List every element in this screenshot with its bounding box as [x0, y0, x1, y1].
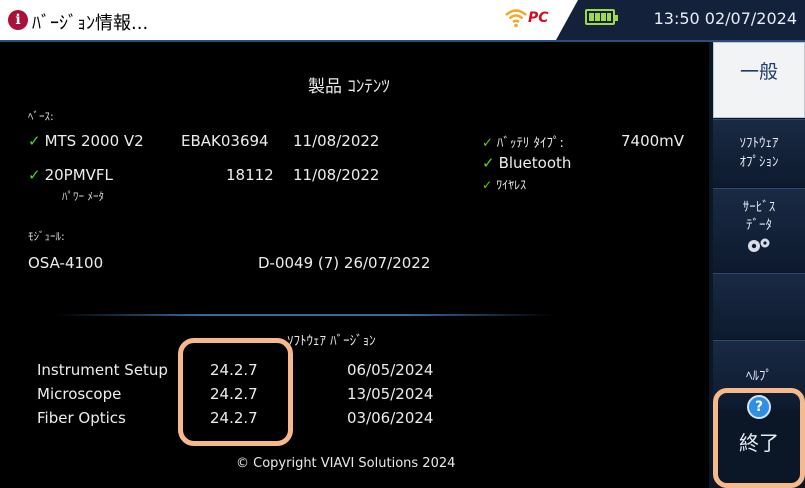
battery-type-label: ﾊﾞｯﾃﾘ ﾀｲﾌﾟ: [496, 136, 564, 151]
section-divider [55, 314, 555, 316]
check-icon: ✓ [28, 166, 41, 184]
info-icon: i [8, 10, 28, 30]
empty-softkey[interactable] [713, 273, 805, 339]
pm-row: ✓ 20PMVFL [28, 166, 113, 184]
pm-sub: ﾊﾟﾜｰ ﾒｰﾀ [62, 190, 104, 203]
service-data-line2: ﾃﾞｰﾀ [746, 218, 772, 233]
bluetooth-row: ✓ Bluetooth [482, 154, 571, 172]
software-heading: ｿﾌﾄｳｪｱ ﾊﾞｰｼﾞｮﾝ [287, 334, 376, 349]
battery-value: 7400mV [621, 132, 685, 150]
software-name: Fiber Optics [37, 409, 126, 427]
check-icon: ✓ [482, 178, 493, 192]
exit-label: 終了 [739, 431, 779, 455]
base-label: ﾍﾞｰｽ: [28, 110, 54, 123]
check-icon: ✓ [28, 132, 41, 150]
check-icon: ✓ [482, 154, 495, 172]
software-options-line1: ｿﾌﾄｳｪｱ [739, 136, 779, 151]
software-name: Microscope [37, 385, 122, 403]
module-detail: D-0049 (7) 26/07/2022 [258, 254, 431, 272]
software-name: Instrument Setup [37, 361, 168, 379]
bluetooth-label: Bluetooth [498, 154, 572, 172]
help-icon[interactable]: ? [747, 395, 771, 419]
sidebar: 一般 ｿﾌﾄｳｪｱ ｵﾌﾟｼｮﾝ ｻｰﾋﾞｽ ﾃﾞｰﾀ ﾍﾙﾌﾟ ? 終了 [709, 42, 805, 488]
battery-type: ✓ ﾊﾞｯﾃﾘ ﾀｲﾌﾟ: [482, 132, 564, 151]
check-icon: ✓ [482, 136, 493, 151]
software-date: 03/06/2024 [347, 409, 434, 427]
software-date: 06/05/2024 [347, 361, 434, 379]
general-label: 一般 [739, 61, 778, 83]
module-name: OSA-4100 [28, 254, 104, 272]
base-row: ✓ MTS 2000 V2 [28, 132, 144, 150]
clock: 13:50 02/07/2024 [653, 9, 797, 28]
wifi-icon [505, 9, 527, 28]
general-button[interactable]: 一般 [713, 42, 805, 118]
base-name: MTS 2000 V2 [44, 132, 144, 150]
software-options-button[interactable]: ｿﾌﾄｳｪｱ ｵﾌﾟｼｮﾝ [713, 119, 805, 187]
service-data-label: ｻｰﾋﾞｽ ﾃﾞｰﾀ [713, 189, 805, 235]
help-icon-wrap: ? [718, 393, 800, 419]
base-date: 11/08/2022 [293, 132, 380, 150]
pc-connection-icon: PC [528, 10, 549, 26]
software-date: 13/05/2024 [347, 385, 434, 403]
battery-icon [585, 9, 618, 25]
product-heading: 製品 ｺﾝﾃﾝﾂ [308, 77, 390, 97]
module-label: ﾓｼﾞｭｰﾙ: [28, 230, 65, 243]
base-serial: EBAK03694 [181, 132, 269, 150]
status-bar: i ﾊﾞｰｼﾞｮﾝ情報... PC 13:50 02/07/2024 [0, 0, 805, 42]
exit-button[interactable]: ? 終了 [713, 388, 805, 488]
software-options-line2: ｵﾌﾟｼｮﾝ [739, 155, 779, 170]
service-data-button[interactable]: ｻｰﾋﾞｽ ﾃﾞｰﾀ [713, 188, 805, 272]
help-label: ﾍﾙﾌﾟ [746, 369, 772, 384]
wireless-label: ﾜｲﾔﾚｽ [496, 178, 527, 192]
service-data-line1: ｻｰﾋﾞｽ [742, 200, 776, 215]
pm-serial: 18112 [226, 166, 274, 184]
software-options-label: ｿﾌﾄｳｪｱ ｵﾌﾟｼｮﾝ [713, 120, 805, 172]
gears-icon [748, 238, 770, 252]
copyright: © Copyright VIAVI Solutions 2024 [236, 456, 456, 471]
version-highlight [178, 338, 293, 446]
pm-name: 20PMVFL [44, 166, 113, 184]
wireless-row: ✓ ﾜｲﾔﾚｽ [482, 176, 526, 193]
window-title: ﾊﾞｰｼﾞｮﾝ情報... [32, 13, 149, 34]
pm-date: 11/08/2022 [293, 166, 380, 184]
version-info-panel: 製品 ｺﾝﾃﾝﾂ ﾍﾞｰｽ: ✓ MTS 2000 V2 EBAK03694 11… [0, 42, 709, 488]
